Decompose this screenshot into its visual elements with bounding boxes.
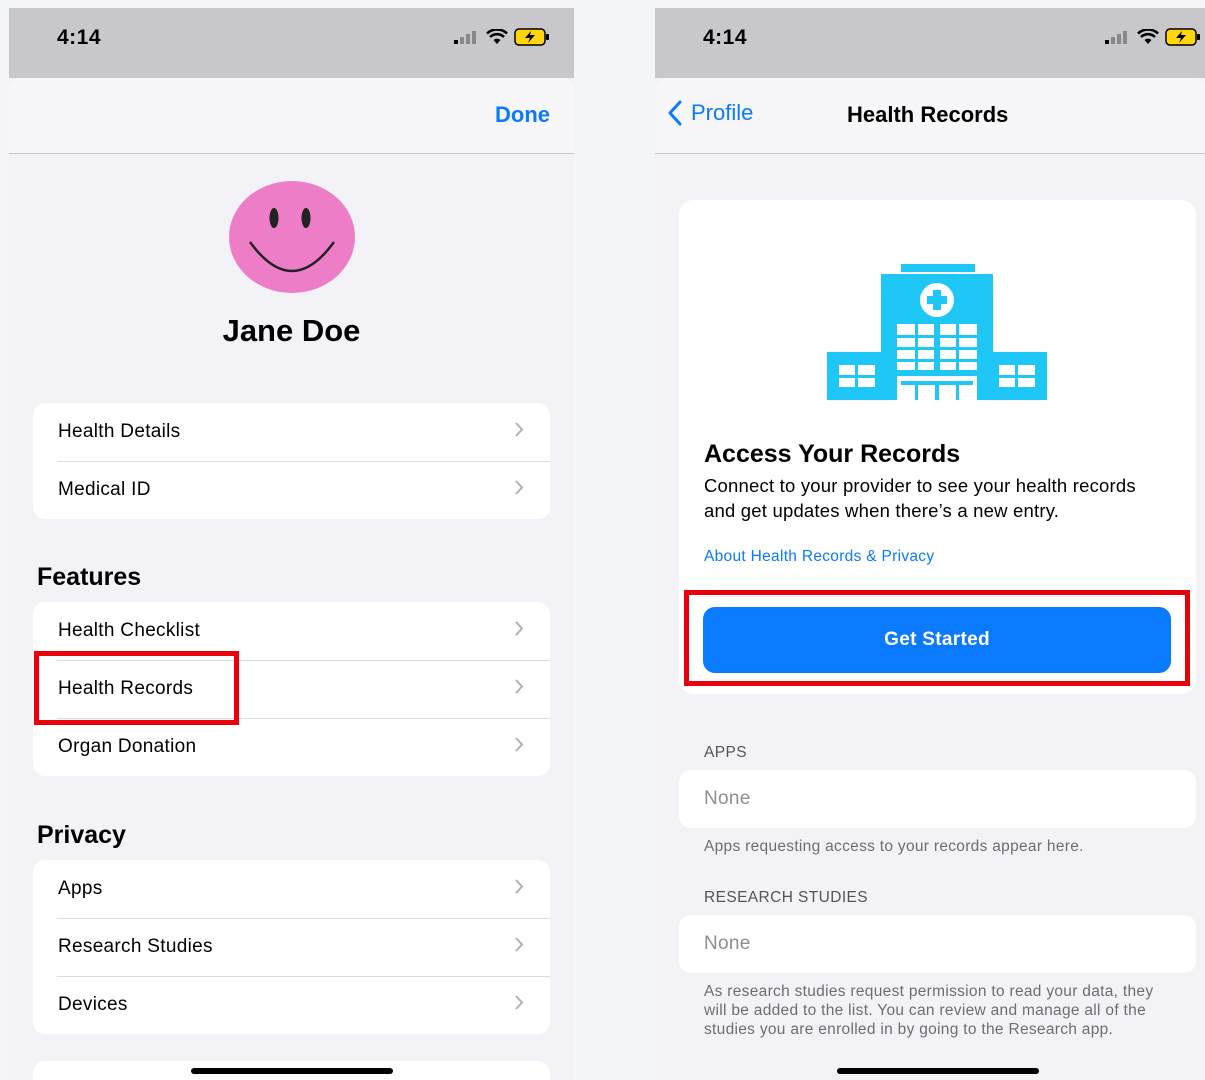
chevron-right-icon [515,422,524,437]
privacy-group: Apps Research Studies Devices [33,860,550,1034]
research-studies-value: None [679,915,1196,973]
done-button[interactable]: Done [495,102,550,128]
chevron-right-icon [515,995,524,1010]
wifi-icon [486,29,508,44]
home-indicator[interactable] [837,1068,1039,1074]
profile-name: Jane Doe [222,313,361,348]
highlight-box [684,590,1190,686]
profile-sheet: Done Jane Doe Health Details Medical ID … [9,78,574,1080]
card-title: Access Your Records [704,440,961,468]
row-devices[interactable]: Devices [33,976,550,1034]
research-studies-footer: As research studies request permission t… [704,983,1154,1038]
nav-title: Health Records [847,102,1009,127]
row-label: Organ Donation [58,736,197,757]
avatar[interactable] [228,180,356,299]
row-label: Medical ID [58,479,151,500]
profile-screen: 4:14 Done Jane Doe Health Details Medica… [9,8,574,1080]
apps-header: APPS [704,744,747,761]
status-icons [454,28,550,46]
row-label: Devices [58,994,128,1015]
status-bar: 4:14 [655,8,1205,78]
back-label: Profile [691,100,754,125]
row-apps[interactable]: Apps [33,860,550,918]
status-time: 4:14 [57,26,102,49]
status-icons [1105,28,1201,46]
signal-icon [1105,31,1127,44]
section-title-privacy: Privacy [37,821,126,849]
research-studies-header: RESEARCH STUDIES [704,889,869,906]
row-research-studies[interactable]: Research Studies [33,918,550,976]
row-medical-id[interactable]: Medical ID [33,461,550,519]
row-health-details[interactable]: Health Details [33,403,550,461]
wifi-icon [1137,29,1159,44]
chevron-right-icon [515,937,524,952]
highlight-box [34,651,239,725]
row-label: Health Details [58,421,181,442]
smiley-avatar-icon [229,181,355,293]
battery-charging-icon [1165,28,1200,46]
home-indicator[interactable] [191,1068,393,1074]
health-records-sheet: Profile Health Records Access Your Recor… [655,78,1205,1080]
signal-icon [454,31,476,44]
apps-value: None [679,770,1196,828]
section-title-features: Features [37,563,142,591]
apps-footer: Apps requesting access to your records a… [704,838,1084,855]
chevron-left-icon [668,100,682,126]
chevron-right-icon [515,480,524,495]
health-details-group: Health Details Medical ID [33,403,550,519]
navigation-bar: Profile Health Records [655,78,1205,154]
chevron-right-icon [515,679,524,694]
row-label: Research Studies [58,936,213,957]
chevron-right-icon [515,621,524,636]
health-records-screen: 4:14 Profile Health Records Access Your … [655,8,1205,1080]
status-time: 4:14 [703,26,748,49]
row-organ-donation[interactable]: Organ Donation [33,718,550,776]
battery-charging-icon [514,28,549,46]
status-bar: 4:14 [9,8,574,78]
privacy-link[interactable]: About Health Records & Privacy [704,548,934,566]
chevron-right-icon [515,879,524,894]
hospital-icon [827,264,1047,400]
row-label: Health Checklist [58,620,201,641]
back-button[interactable]: Profile [667,100,753,126]
chevron-right-icon [515,737,524,752]
card-description: Connect to your provider to see your hea… [704,475,1136,521]
row-label: Apps [58,878,103,899]
navigation-bar: Done [9,78,574,154]
